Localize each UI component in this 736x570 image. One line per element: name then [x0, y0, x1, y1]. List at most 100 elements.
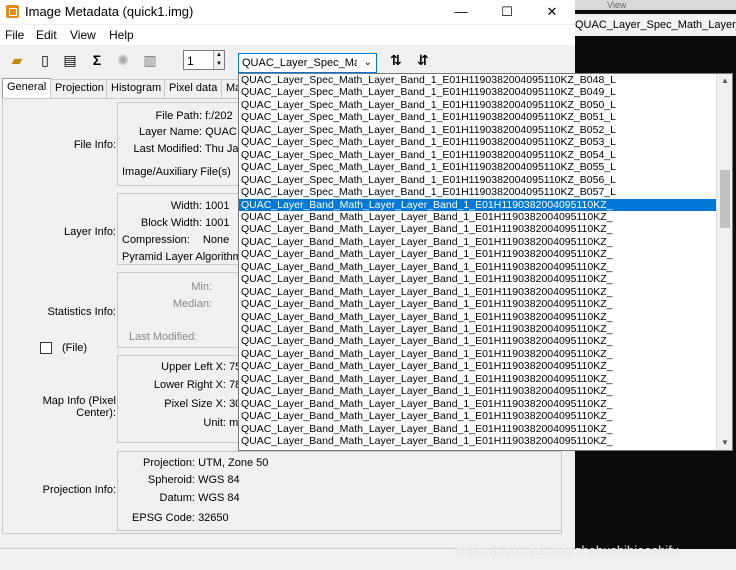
list-item[interactable]: QUAC_Layer_Band_Math_Layer_Layer_Band_1_…	[239, 360, 717, 372]
layer-name-value: QUAC	[205, 126, 237, 138]
menu-help[interactable]: Help	[109, 28, 134, 42]
window-title: Image Metadata (quick1.img)	[25, 4, 194, 19]
projection-info-label: Projection Info:	[42, 484, 116, 496]
median-label: Median:	[172, 298, 212, 310]
file-path-value: f:/202	[205, 110, 233, 122]
open-folder-icon[interactable]: ▰	[8, 51, 26, 69]
menu-edit[interactable]: Edit	[36, 28, 57, 42]
unit-value: m	[229, 417, 239, 429]
layer-select[interactable]: QUAC_Layer_Spec_Matl ⌄	[238, 53, 377, 73]
tab-strip: General Projection Histogram Pixel data …	[0, 78, 247, 99]
list-item[interactable]: QUAC_Layer_Band_Math_Layer_Layer_Band_1_…	[239, 373, 717, 385]
list-item[interactable]: QUAC_Layer_Band_Math_Layer_Layer_Band_1_…	[239, 323, 717, 335]
projection-value: UTM, Zone 50	[198, 457, 269, 469]
upper-left-row: Upper Left X: 75	[161, 361, 242, 373]
list-item[interactable]: QUAC_Layer_Spec_Math_Layer_Band_1_E01H11…	[239, 124, 717, 136]
maximize-button[interactable]: ☐	[492, 2, 522, 22]
menu-file[interactable]: File	[5, 28, 24, 42]
list-item[interactable]: QUAC_Layer_Spec_Math_Layer_Band_1_E01H11…	[239, 99, 717, 111]
list-item[interactable]: QUAC_Layer_Spec_Math_Layer_Band_1_E01H11…	[239, 174, 717, 186]
list-item[interactable]: QUAC_Layer_Spec_Math_Layer_Band_1_E01H11…	[239, 161, 717, 173]
tab-general[interactable]: General	[2, 78, 52, 98]
list-item[interactable]: QUAC_Layer_Band_Math_Layer_Layer_Band_1_…	[239, 348, 717, 360]
stepper-up-icon[interactable]: ▲	[213, 51, 224, 60]
file-checkbox-label: (File)	[62, 342, 88, 354]
pixel-size-row: Pixel Size X: 30	[164, 398, 242, 410]
print-icon[interactable]: ▤	[61, 51, 79, 69]
list-item[interactable]: QUAC_Layer_Spec_Math_Layer_Band_1_E01H11…	[239, 86, 717, 98]
datum-value: WGS 84	[198, 492, 240, 504]
list-item[interactable]: QUAC_Layer_Band_Math_Layer_Layer_Band_1_…	[239, 398, 717, 410]
map-info-label: Map Info (Pixel Center):	[42, 395, 116, 419]
app-icon	[6, 5, 19, 18]
sort-down-icon[interactable]: ⇵	[417, 52, 429, 69]
list-item[interactable]: QUAC_Layer_Band_Math_Layer_Layer_Band_1_…	[239, 311, 717, 323]
list-item[interactable]: QUAC_Layer_Band_Math_Layer_Layer_Band_1_…	[239, 335, 717, 347]
list-item[interactable]: QUAC_Layer_Spec_Math_Layer_Band_1_E01H11…	[239, 111, 717, 123]
list-item[interactable]: QUAC_Layer_Band_Math_Layer_Layer_Band_1_…	[239, 410, 717, 422]
list-item[interactable]: QUAC_Layer_Band_Math_Layer_Layer_Band_1_…	[239, 286, 717, 298]
list-item[interactable]: QUAC_Layer_Spec_Math_Layer_Band_1_E01H11…	[239, 74, 717, 86]
unit-row: Unit: m	[203, 417, 239, 429]
list-item[interactable]: QUAC_Layer_Band_Math_Layer_Layer_Band_1_…	[239, 423, 717, 435]
background-tab[interactable]: QUAC_Layer_Spec_Math_Layer_Ban	[575, 14, 736, 36]
histogram-icon[interactable]: ▥	[141, 51, 159, 69]
compression-value: None	[202, 234, 230, 246]
watermark: https://blog.csdn.net/zhebushibiaoshifu	[455, 543, 680, 558]
list-item[interactable]: QUAC_Layer_Band_Math_Layer_Layer_Band_1_…	[239, 248, 717, 260]
datum-row: Datum: WGS 84	[159, 492, 240, 504]
list-item[interactable]: QUAC_Layer_Band_Math_Layer_Layer_Band_1_…	[239, 236, 717, 248]
median-row: Median:	[120, 298, 212, 310]
sort-up-icon[interactable]: ⇅	[390, 52, 402, 69]
sum-statistics-icon[interactable]: Σ	[88, 51, 106, 69]
pyramid-label: Pyramid Layer Algorithm:	[122, 251, 245, 263]
tab-projection[interactable]: Projection	[50, 79, 109, 98]
scroll-up-icon[interactable]: ▲	[717, 74, 732, 88]
list-item[interactable]: QUAC_Layer_Band_Math_Layer_Layer_Band_1_…	[239, 261, 717, 273]
stats-last-modified-label: Last Modified:	[129, 331, 198, 343]
stepper-down-icon[interactable]: ▼	[213, 60, 224, 69]
epsg-row: EPSG Code: 32650	[132, 512, 229, 524]
list-item[interactable]: QUAC_Layer_Band_Math_Layer_Layer_Band_1_…	[239, 223, 717, 235]
list-item[interactable]: QUAC_Layer_Band_Math_Layer_Layer_Band_1_…	[239, 385, 717, 397]
menu-bar: File Edit View Help	[0, 25, 575, 45]
spheroid-value: WGS 84	[198, 474, 240, 486]
layer-name-row: Layer Name: QUAC	[139, 126, 237, 138]
close-button[interactable]: ✕	[537, 2, 567, 22]
list-item[interactable]: QUAC_Layer_Spec_Math_Layer_Band_1_E01H11…	[239, 136, 717, 148]
chevron-down-icon[interactable]: ⌄	[364, 57, 372, 68]
list-item[interactable]: QUAC_Layer_Band_Math_Layer_Layer_Band_1_…	[239, 273, 717, 285]
last-modified-value: Thu Ja	[204, 143, 239, 155]
file-info-label: File Info:	[73, 139, 116, 151]
gear-icon[interactable]: ✺	[114, 51, 132, 69]
block-width-value: 1001	[205, 217, 230, 229]
list-item[interactable]: QUAC_Layer_Band_Math_Layer_Layer_Band_1_…	[239, 435, 717, 447]
block-width-row: Block Width: 1001	[140, 217, 230, 229]
background-view-label: View	[575, 0, 736, 10]
page-stepper[interactable]: 1 ▲ ▼	[183, 50, 225, 70]
layer-info-label: Layer Info:	[64, 226, 116, 238]
tab-pixel-data[interactable]: Pixel data	[164, 79, 223, 98]
new-document-icon[interactable]: ▯	[36, 51, 54, 69]
lower-right-row: Lower Right X: 78	[153, 379, 242, 391]
list-item[interactable]: QUAC_Layer_Band_Math_Layer_Layer_Band_1_…	[239, 211, 717, 223]
file-checkbox[interactable]	[40, 342, 52, 354]
scroll-down-icon[interactable]: ▼	[717, 436, 732, 450]
list-item[interactable]: QUAC_Layer_Band_Math_Layer_Layer_Band_1_…	[239, 298, 717, 310]
scroll-thumb[interactable]	[720, 170, 730, 228]
list-item[interactable]: QUAC_Layer_Spec_Math_Layer_Band_1_E01H11…	[239, 186, 717, 198]
layer-dropdown-list[interactable]: QUAC_Layer_Spec_Math_Layer_Band_1_E01H11…	[238, 73, 733, 451]
compression-row: Compression: None	[122, 234, 230, 246]
width-value: 1001	[205, 200, 230, 212]
aux-files-label: Image/Auxiliary File(s)	[122, 166, 231, 178]
dropdown-scrollbar[interactable]: ▲ ▼	[716, 74, 732, 450]
minimize-button[interactable]: —	[446, 2, 476, 22]
list-item[interactable]: QUAC_Layer_Spec_Math_Layer_Band_1_E01H11…	[239, 149, 717, 161]
tab-histogram[interactable]: Histogram	[106, 79, 167, 98]
statistics-info-label: Statistics Info:	[47, 306, 116, 318]
width-row: Width: 1001	[170, 200, 230, 212]
title-bar: Image Metadata (quick1.img) — ☐ ✕	[0, 0, 575, 24]
min-label: Min:	[191, 281, 212, 293]
menu-view[interactable]: View	[70, 28, 96, 42]
list-item[interactable]: QUAC_Layer_Band_Math_Layer_Layer_Band_1_…	[239, 198, 717, 211]
